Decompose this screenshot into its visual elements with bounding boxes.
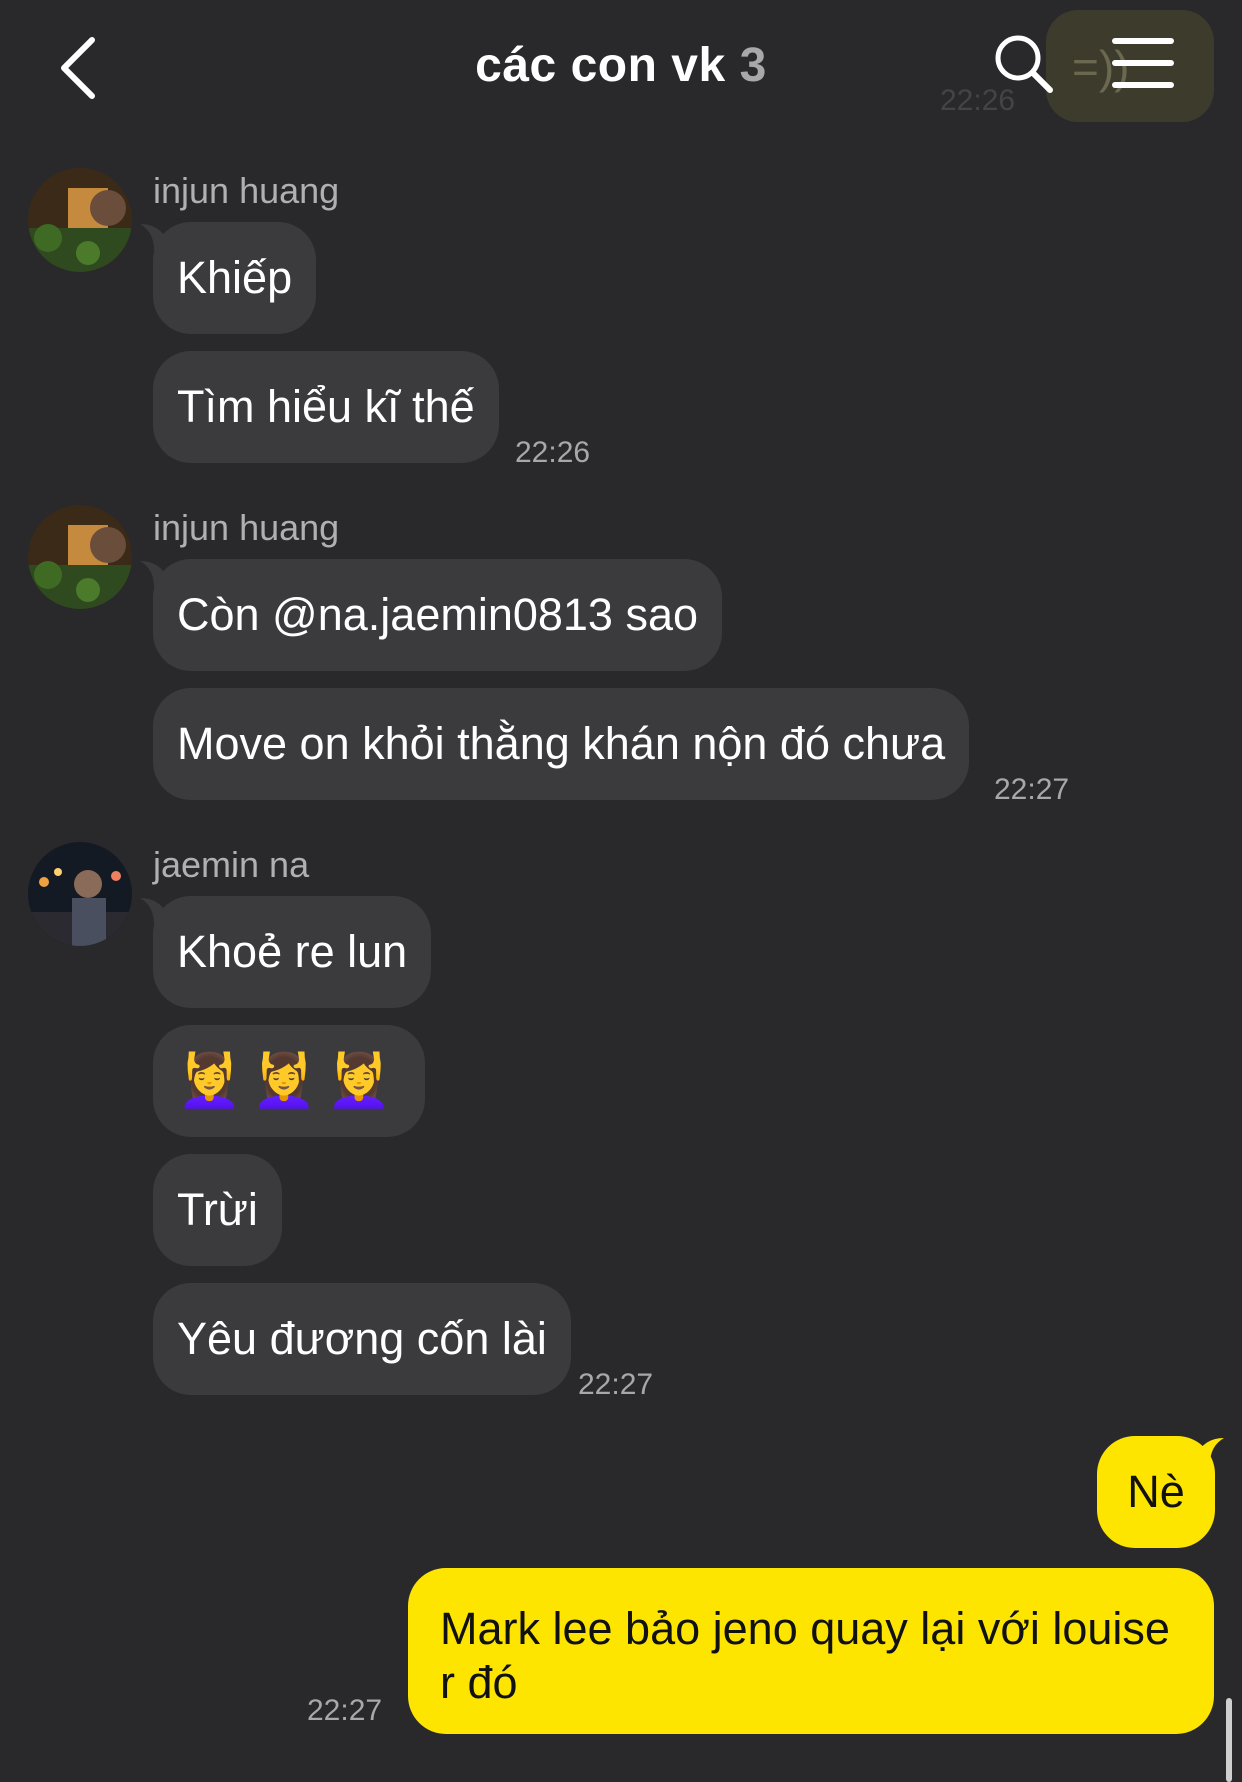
sender-name: injun huang [153, 170, 340, 211]
sender-name: jaemin na [153, 844, 310, 885]
avatar[interactable] [28, 842, 132, 946]
avatar[interactable] [28, 505, 132, 609]
chat-name: các con vk [475, 39, 726, 92]
message-bubble[interactable]: Còn @na.jaemin0813 sao [153, 559, 723, 671]
chat-header: các con vk 3 =)) 22:26 [0, 0, 1242, 140]
message-bubble[interactable]: Yêu đương cốn lài [153, 1283, 571, 1395]
member-count: 3 [739, 39, 767, 92]
message-timestamp: 22:27 [994, 773, 1070, 806]
sender-name: injun huang [153, 507, 340, 548]
scrollbar[interactable] [1226, 1698, 1232, 1782]
emoji-message-bubble[interactable]: 💆‍♀️💆‍♀️💆‍♀️ [153, 1025, 426, 1137]
message-timestamp: 22:26 [515, 436, 591, 469]
message-bubble[interactable]: Trừi [153, 1154, 282, 1266]
search-icon[interactable] [990, 30, 1060, 100]
message-bubble[interactable]: Tìm hiểu kĩ thế [153, 351, 499, 463]
outgoing-message-bubble[interactable]: Mark lee bảo jeno quay lại với louise r … [408, 1568, 1214, 1734]
hamburger-menu-icon[interactable] [1112, 38, 1178, 94]
message-bubble[interactable]: Move on khỏi thằng khán nộn đó chưa [153, 688, 970, 800]
avatar[interactable] [28, 168, 132, 272]
bubble-tail [1196, 1438, 1224, 1464]
message-timestamp: 22:27 [578, 1368, 654, 1401]
message-bubble[interactable]: Khoẻ re lun [153, 896, 432, 1008]
message-timestamp: 22:27 [307, 1694, 383, 1727]
message-bubble[interactable]: Khiếp [153, 222, 317, 334]
